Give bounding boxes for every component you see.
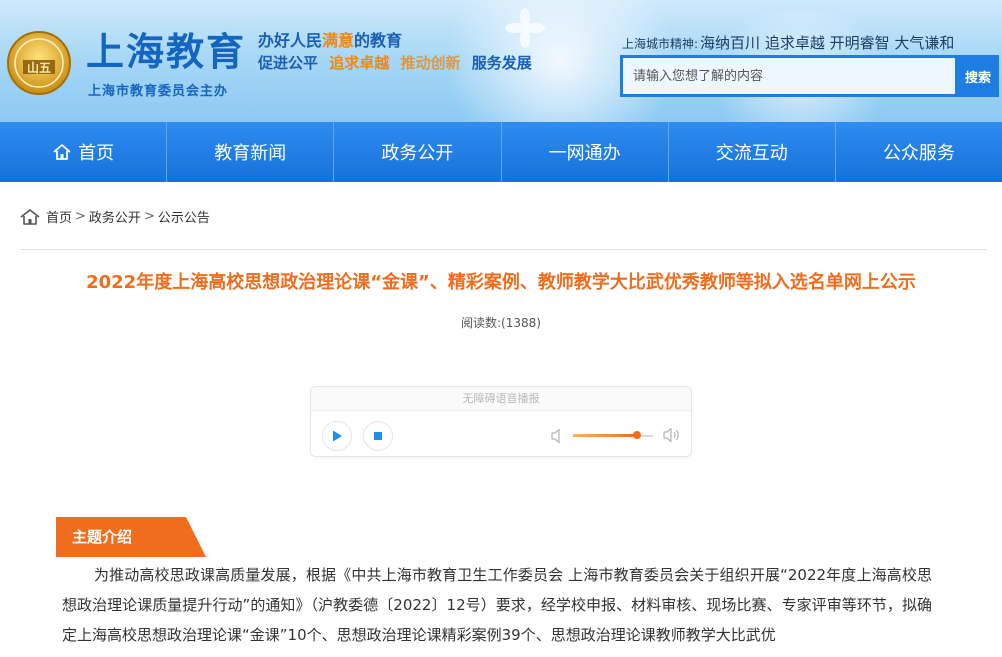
nav-item-public-service[interactable]: 公众服务 (836, 122, 1002, 182)
flower-decoration-icon (505, 8, 545, 48)
breadcrumb-separator: > (75, 209, 86, 224)
divider (20, 249, 987, 250)
volume-low-icon[interactable] (551, 428, 565, 444)
section-label-text: 主题介绍 (72, 528, 133, 546)
city-spirit-words: 海纳百川 追求卓越 开明睿智 大气谦和 (700, 34, 955, 52)
search-input[interactable] (623, 58, 955, 94)
shanghai-education-logo-icon[interactable]: 山五 (6, 30, 72, 96)
volume-high-icon[interactable] (663, 427, 681, 443)
home-icon (53, 144, 71, 160)
play-button[interactable] (322, 421, 352, 451)
breadcrumb-announcements-link[interactable]: 公示公告 (158, 207, 210, 226)
search-button[interactable]: 搜索 (957, 55, 999, 97)
logo-emblem-text: 山五 (27, 60, 51, 75)
read-count: 阅读数:(1388) (461, 316, 541, 330)
city-spirit-label: 上海城市精神: (622, 37, 699, 51)
search-box (620, 55, 958, 97)
main-nav: 首页 教育新闻 政务公开 一网通办 交流互动 公众服务 (0, 122, 1002, 182)
slogan-line-2: 促进公平 追求卓越 推动创新 服务发展 (258, 54, 532, 72)
play-icon (333, 430, 342, 442)
city-spirit: 上海城市精神: 海纳百川 追求卓越 开明睿智 大气谦和 (622, 32, 954, 53)
breadcrumb-separator: > (143, 209, 155, 224)
breadcrumb: 首页 > 政务公开 > 公示公告 (20, 207, 210, 226)
stop-icon (374, 432, 382, 440)
home-icon[interactable] (20, 208, 40, 226)
breadcrumb-government-affairs-link[interactable]: 政务公开 (89, 207, 141, 226)
site-header: 山五 上海教育 上海市教育委员会主办 办好人民满意的教育 促进公平 追求卓越 推… (0, 0, 1002, 122)
nav-item-home[interactable]: 首页 (0, 122, 168, 182)
slogan-line-1: 办好人民满意的教育 (258, 31, 403, 50)
site-logo-subtitle: 上海市教育委员会主办 (88, 84, 229, 99)
nav-item-label: 首页 (78, 143, 115, 164)
nav-item-interaction[interactable]: 交流互动 (669, 122, 836, 182)
breadcrumb-home-link[interactable]: 首页 (46, 207, 72, 226)
nav-item-one-stop-service[interactable]: 一网通办 (502, 122, 669, 182)
article-body-paragraph: 为推动高校思政课高质量发展，根据《中共上海市教育卫生工作委员会 上海市教育委员会… (62, 566, 932, 644)
nav-item-government-affairs[interactable]: 政务公开 (334, 122, 502, 182)
volume-slider-handle[interactable] (633, 431, 641, 439)
nav-item-education-news[interactable]: 教育新闻 (167, 122, 335, 182)
volume-slider-fill (573, 434, 637, 437)
site-logo-title[interactable]: 上海教育 (86, 30, 246, 74)
player-title: 无障碍语音播报 (311, 387, 691, 411)
stop-button[interactable] (363, 421, 393, 451)
accessibility-audio-player: 无障碍语音播报 (310, 386, 692, 457)
section-label-topic-intro: 主题介绍 (56, 517, 206, 557)
article-title: 2022年度上海高校思想政治理论课“金课”、精彩案例、教师教学大比武优秀教师等拟… (86, 272, 916, 293)
